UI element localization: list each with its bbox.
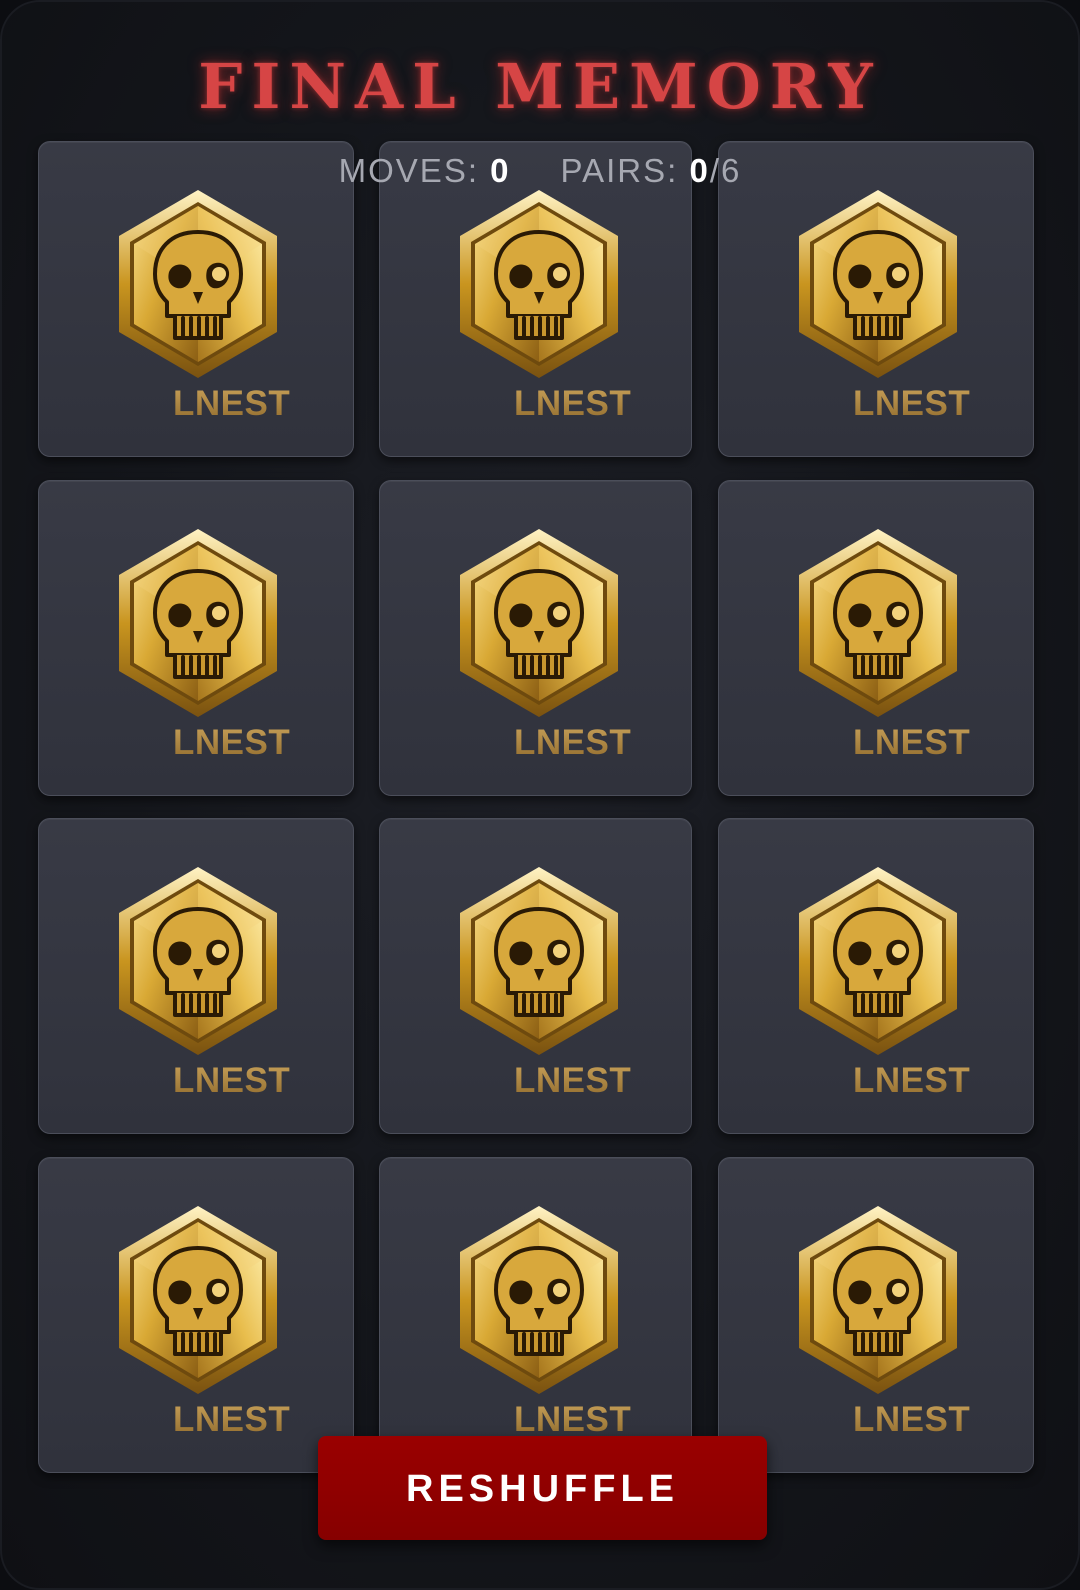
memory-card[interactable]: LNEST: [38, 1157, 354, 1473]
card-brand-label: LNEST: [173, 1061, 291, 1100]
card-brand-label: LNEST: [514, 1400, 632, 1439]
card-brand-label: LNEST: [173, 723, 291, 762]
gold-skull-hexagon-icon: [456, 188, 622, 380]
memory-card[interactable]: LNEST: [38, 480, 354, 796]
card-brand-label: LNEST: [514, 723, 632, 762]
gold-skull-hexagon-icon: [115, 188, 281, 380]
pairs-label: PAIRS:: [560, 152, 679, 189]
gold-skull-hexagon-icon: [456, 1204, 622, 1396]
game-title: FINAL MEMORY: [198, 50, 882, 123]
card-brand-label: LNEST: [514, 384, 632, 423]
memory-card[interactable]: LNEST: [379, 818, 692, 1134]
gold-skull-hexagon-icon: [795, 865, 961, 1057]
card-brand-label: LNEST: [853, 723, 971, 762]
gold-skull-hexagon-icon: [795, 527, 961, 719]
card-brand-label: LNEST: [514, 1061, 632, 1100]
pairs-total: /6: [709, 152, 742, 189]
stats-bar: MOVES: 0 PAIRS: 0/6: [2, 152, 1078, 190]
pairs-value: 0: [689, 152, 710, 189]
reshuffle-button[interactable]: RESHUFFLE: [318, 1436, 767, 1540]
card-brand-label: LNEST: [853, 384, 971, 423]
memory-card[interactable]: LNEST: [718, 1157, 1034, 1473]
card-grid: LNEST LNEST LNEST LNEST LNEST LNEST LNES…: [38, 141, 1048, 1489]
card-brand-label: LNEST: [853, 1400, 971, 1439]
gold-skull-hexagon-icon: [795, 1204, 961, 1396]
moves-label: MOVES:: [338, 152, 479, 189]
gold-skull-hexagon-icon: [115, 527, 281, 719]
gold-skull-hexagon-icon: [456, 865, 622, 1057]
gold-skull-hexagon-icon: [795, 188, 961, 380]
gold-skull-hexagon-icon: [115, 1204, 281, 1396]
gold-skull-hexagon-icon: [456, 527, 622, 719]
game-frame: FINAL MEMORY LNEST LNEST LNEST LNEST LNE…: [0, 0, 1080, 1590]
moves-value: 0: [490, 152, 511, 189]
memory-card[interactable]: LNEST: [718, 480, 1034, 796]
gold-skull-hexagon-icon: [115, 865, 281, 1057]
memory-card[interactable]: LNEST: [718, 818, 1034, 1134]
card-brand-label: LNEST: [173, 1400, 291, 1439]
memory-card[interactable]: LNEST: [379, 480, 692, 796]
memory-card[interactable]: LNEST: [38, 818, 354, 1134]
memory-card[interactable]: LNEST: [379, 1157, 692, 1473]
card-brand-label: LNEST: [853, 1061, 971, 1100]
card-brand-label: LNEST: [173, 384, 291, 423]
